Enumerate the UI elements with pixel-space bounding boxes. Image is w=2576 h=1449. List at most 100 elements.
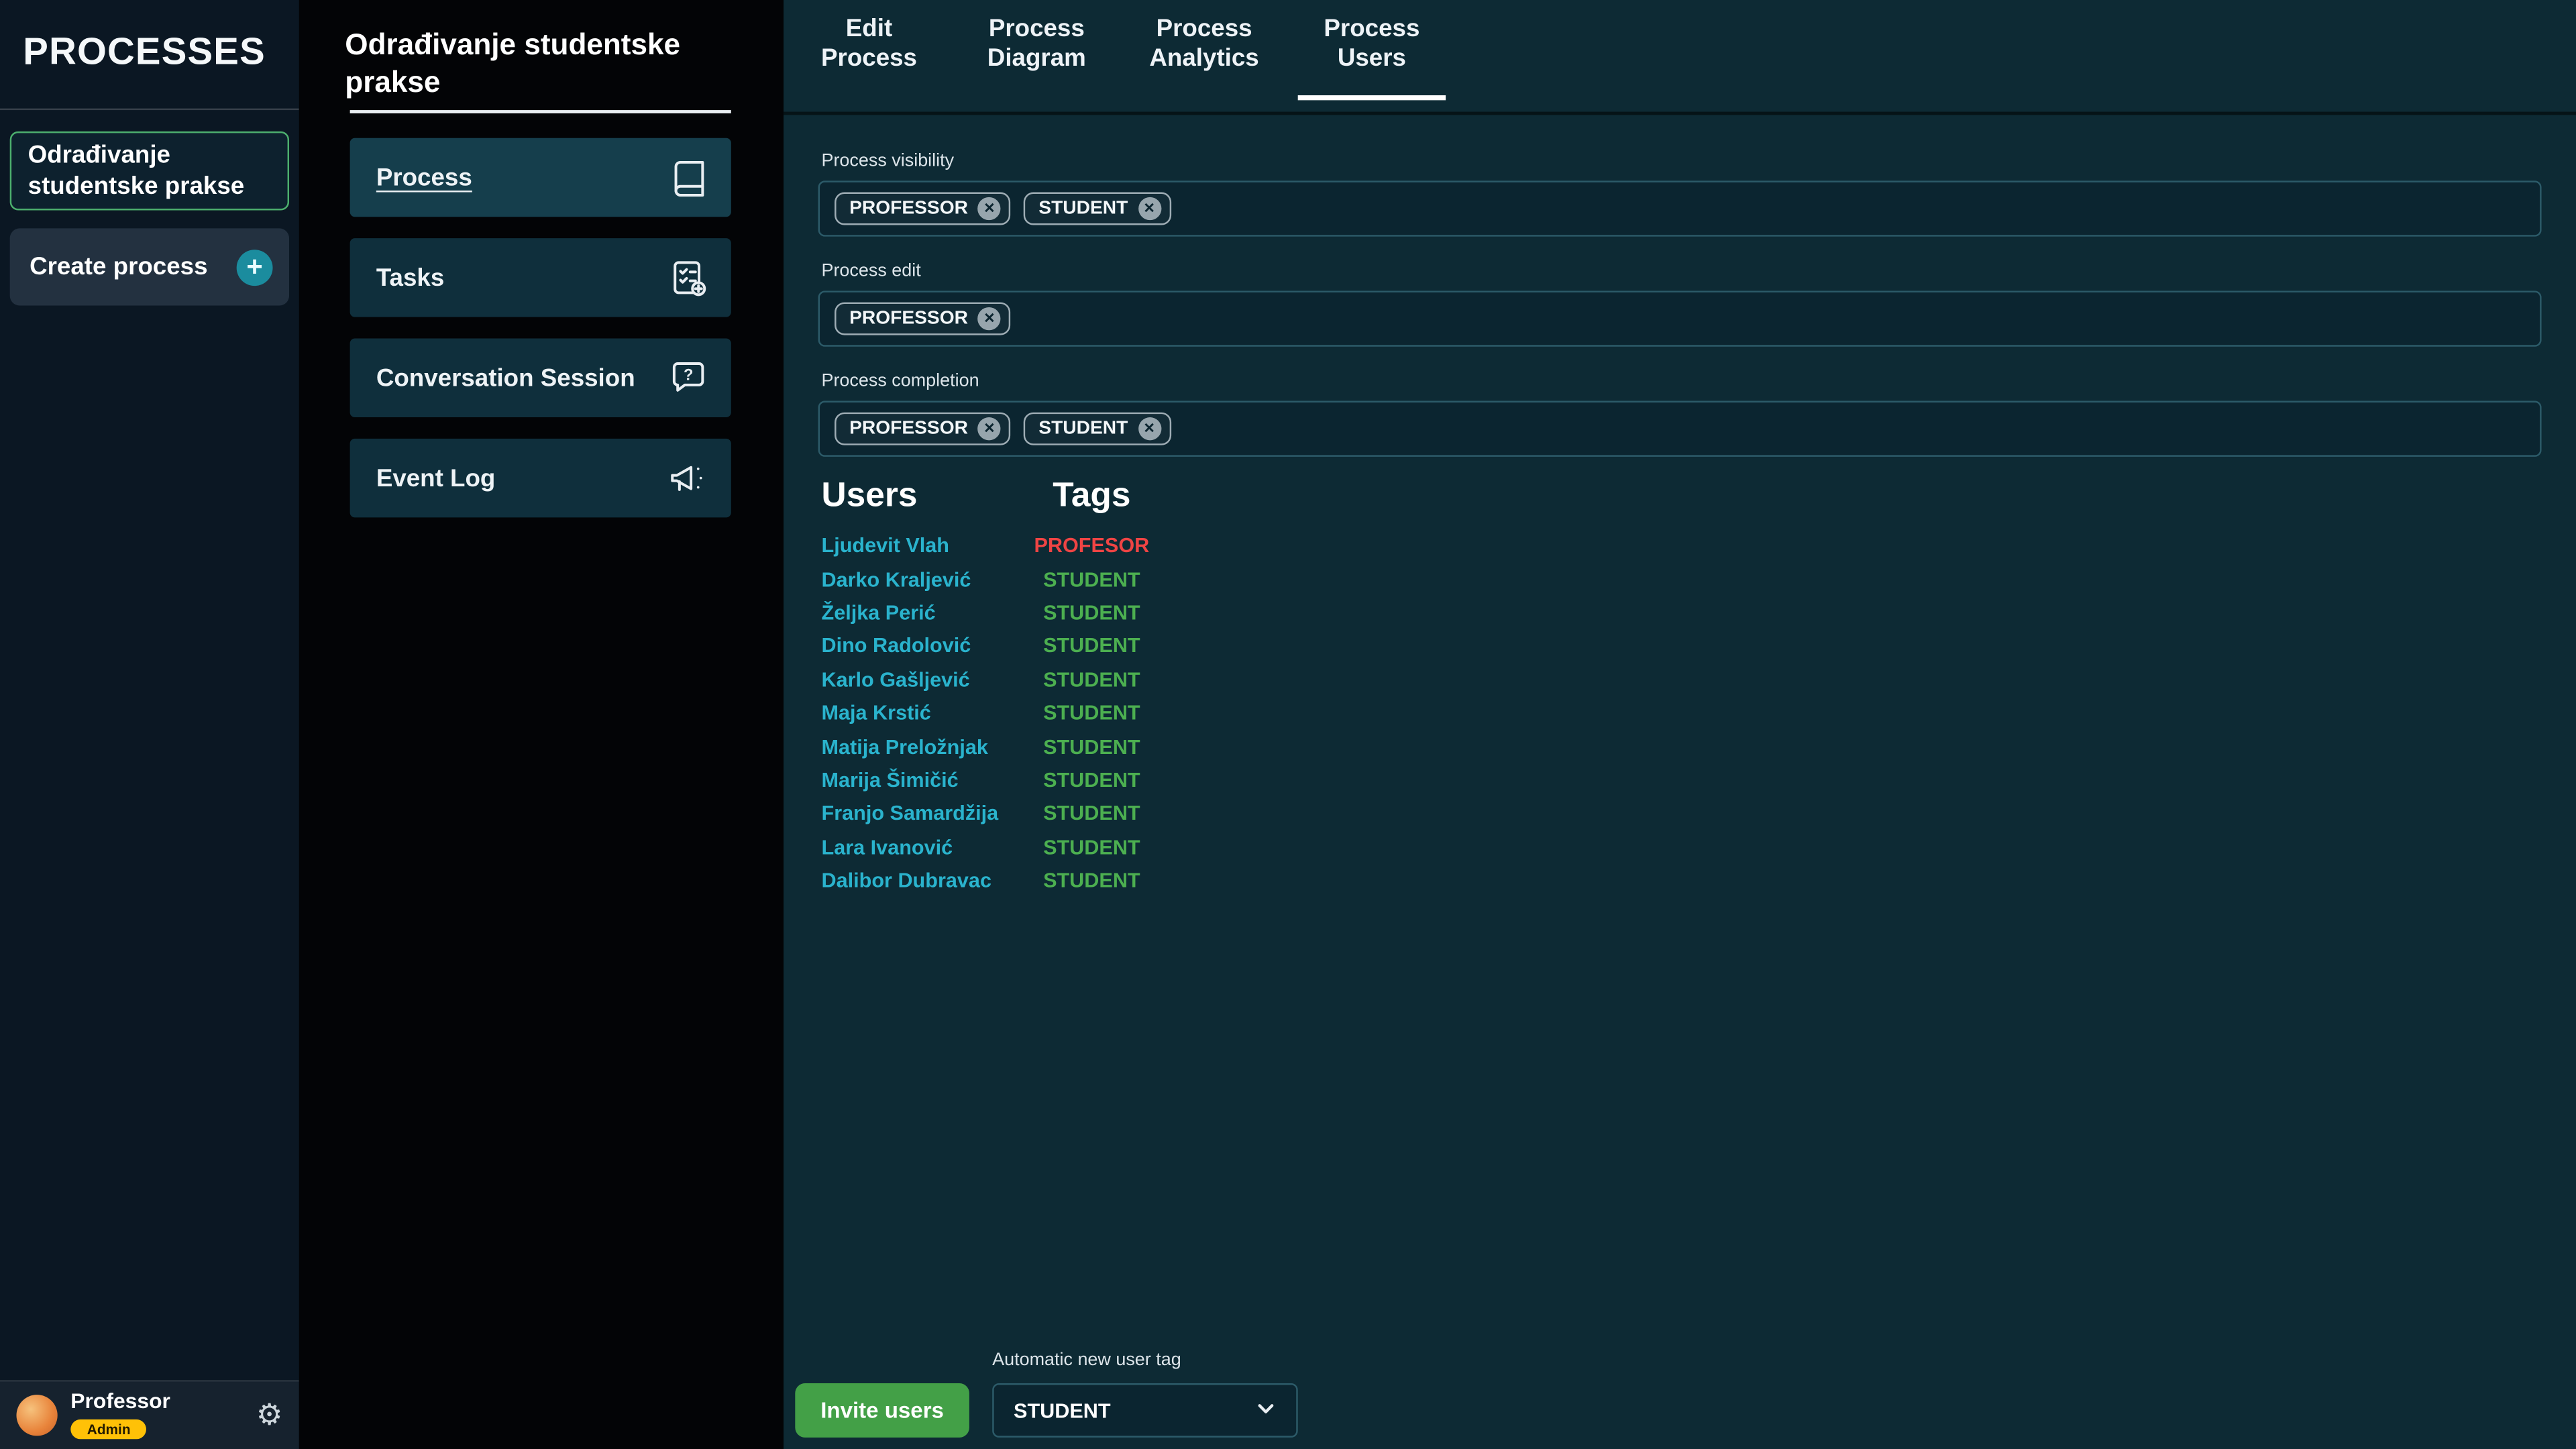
table-row: Darko Kraljević STUDENT: [821, 563, 1177, 596]
user-name-cell[interactable]: Karlo Gašljević: [821, 668, 1005, 691]
sidebar: PROCESSES Odrađivanje studentske prakse …: [0, 0, 299, 1449]
menu-item-event-log-label: Event Log: [376, 464, 496, 492]
user-tag-cell: STUDENT: [1006, 769, 1178, 792]
user-name-cell[interactable]: Ljudevit Vlah: [821, 534, 1005, 557]
tag-chip: PROFESSOR ×: [835, 303, 1011, 335]
gear-icon[interactable]: ⚙: [256, 1398, 283, 1432]
auto-tag-select[interactable]: STUDENT: [992, 1383, 1298, 1438]
users-table-header: Users Tags: [821, 476, 1177, 516]
menu-item-conversation-label: Conversation Session: [376, 364, 635, 392]
user-tag-cell: STUDENT: [1006, 836, 1178, 859]
plus-icon: +: [237, 249, 273, 285]
tag-chip-label: STUDENT: [1038, 199, 1128, 218]
sidebar-divider: [0, 109, 299, 110]
table-row: Dalibor Dubravac STUDENT: [821, 864, 1177, 898]
users-table: Users Tags Ljudevit Vlah PROFESOR Darko …: [821, 476, 1177, 898]
auto-tag-label: Automatic new user tag: [992, 1350, 1181, 1370]
user-name-cell[interactable]: Maja Krstić: [821, 702, 1005, 724]
menu-item-tasks-label: Tasks: [376, 264, 444, 292]
page-title: PROCESSES: [23, 30, 266, 74]
menu-item-process-label: Process: [376, 164, 472, 192]
user-name-cell[interactable]: Franjo Samardžija: [821, 802, 1005, 825]
user-tag-cell: STUDENT: [1006, 601, 1178, 624]
megaphone-icon: [667, 457, 710, 500]
avatar[interactable]: [16, 1395, 57, 1436]
process-edit-label: Process edit: [821, 261, 920, 280]
tab-process-users[interactable]: Process Users: [1298, 0, 1446, 100]
submenu-title: Odrađivanje studentske prakse: [345, 26, 743, 102]
remove-tag-icon[interactable]: ×: [978, 417, 1001, 440]
auto-tag-selected-value: STUDENT: [1014, 1399, 1111, 1421]
user-meta: Professor Admin: [70, 1389, 243, 1442]
remove-tag-icon[interactable]: ×: [978, 197, 1001, 220]
create-process-button[interactable]: Create process +: [10, 228, 289, 305]
user-tag-cell: STUDENT: [1006, 702, 1178, 724]
app-root: PROCESSES Odrađivanje studentske prakse …: [0, 0, 2576, 1449]
user-tag-cell: STUDENT: [1006, 802, 1178, 825]
tag-chip: STUDENT ×: [1024, 413, 1171, 445]
user-tag-cell: STUDENT: [1006, 668, 1178, 691]
tag-chip: PROFESSOR ×: [835, 413, 1011, 445]
tags-column-header: Tags: [1006, 476, 1178, 516]
table-row: Maja Krstić STUDENT: [821, 696, 1177, 730]
tabs-divider: [784, 112, 2576, 115]
user-name-cell[interactable]: Darko Kraljević: [821, 568, 1005, 590]
tag-chip-label: STUDENT: [1038, 419, 1128, 438]
user-tag-cell: STUDENT: [1006, 568, 1178, 590]
table-row: Franjo Samardžija STUDENT: [821, 797, 1177, 830]
sidebar-item-process-label: Odrađivanje studentske prakse: [28, 139, 271, 203]
users-column-header: Users: [821, 476, 1005, 516]
user-name-cell[interactable]: Matija Preložnjak: [821, 735, 1005, 758]
user-tag-cell: STUDENT: [1006, 735, 1178, 758]
menu-item-event-log[interactable]: Event Log: [350, 439, 731, 518]
user-name-cell[interactable]: Marija Šimičić: [821, 769, 1005, 792]
user-name-cell[interactable]: Dino Radolović: [821, 635, 1005, 657]
tab-bar: Edit Process Process Diagram Process Ana…: [795, 0, 1446, 100]
menu-item-tasks[interactable]: Tasks: [350, 238, 731, 317]
menu-item-conversation-session[interactable]: Conversation Session ?: [350, 338, 731, 417]
remove-tag-icon[interactable]: ×: [1138, 197, 1161, 220]
process-completion-label: Process completion: [821, 371, 979, 390]
sidebar-footer: Professor Admin ⚙: [0, 1380, 299, 1449]
table-row: Željka Perić STUDENT: [821, 596, 1177, 629]
tag-chip: STUDENT ×: [1024, 193, 1171, 225]
tab-process-analytics[interactable]: Process Analytics: [1130, 0, 1278, 100]
process-submenu: Odrađivanje studentske prakse Process Ta…: [299, 0, 784, 1449]
user-name-cell[interactable]: Željka Perić: [821, 601, 1005, 624]
tag-chip-label: PROFESSOR: [849, 309, 968, 328]
remove-tag-icon[interactable]: ×: [978, 307, 1001, 330]
tab-edit-process[interactable]: Edit Process: [795, 0, 943, 100]
chat-question-icon: ?: [667, 356, 710, 399]
invite-users-button[interactable]: Invite users: [795, 1383, 969, 1438]
user-name: Professor: [70, 1389, 243, 1412]
table-row: Karlo Gašljević STUDENT: [821, 663, 1177, 696]
table-row: Dino Radolović STUDENT: [821, 629, 1177, 663]
table-row: Marija Šimičić STUDENT: [821, 763, 1177, 797]
admin-badge: Admin: [70, 1419, 147, 1438]
table-row: Lara Ivanović STUDENT: [821, 830, 1177, 864]
submenu-underline: [350, 110, 731, 113]
tab-process-diagram[interactable]: Process Diagram: [963, 0, 1110, 100]
book-icon: [667, 156, 710, 199]
user-name-cell[interactable]: Lara Ivanović: [821, 836, 1005, 859]
table-row: Ljudevit Vlah PROFESOR: [821, 529, 1177, 563]
user-tag-cell: STUDENT: [1006, 869, 1178, 892]
tag-chip-label: PROFESSOR: [849, 199, 968, 218]
process-completion-input[interactable]: PROFESSOR × STUDENT ×: [818, 401, 2542, 457]
user-tag-cell: PROFESOR: [1006, 534, 1178, 557]
main-content: Edit Process Process Diagram Process Ana…: [784, 0, 2576, 1449]
task-add-icon: [667, 256, 710, 299]
user-tag-cell: STUDENT: [1006, 635, 1178, 657]
tag-chip-label: PROFESSOR: [849, 419, 968, 438]
sidebar-item-process[interactable]: Odrađivanje studentske prakse: [10, 131, 289, 211]
tag-chip: PROFESSOR ×: [835, 193, 1011, 225]
remove-tag-icon[interactable]: ×: [1138, 417, 1161, 440]
user-name-cell[interactable]: Dalibor Dubravac: [821, 869, 1005, 892]
chevron-down-icon: [1255, 1397, 1277, 1424]
create-process-label: Create process: [30, 253, 207, 281]
process-visibility-label: Process visibility: [821, 151, 954, 170]
process-edit-input[interactable]: PROFESSOR ×: [818, 290, 2542, 346]
process-visibility-input[interactable]: PROFESSOR × STUDENT ×: [818, 180, 2542, 236]
menu-item-process[interactable]: Process: [350, 138, 731, 217]
table-row: Matija Preložnjak STUDENT: [821, 730, 1177, 763]
